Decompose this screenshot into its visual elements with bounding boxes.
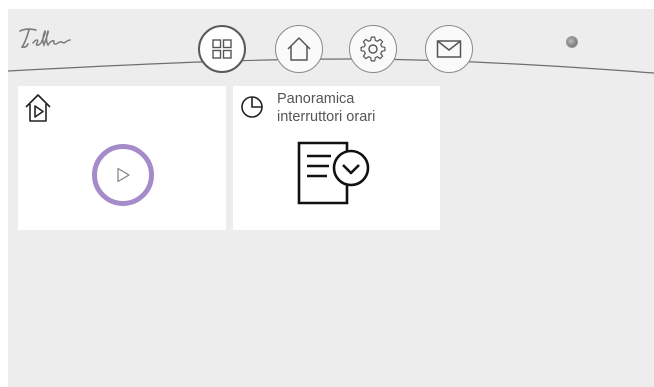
tile-title: Panoramica interruttori orari	[277, 90, 437, 126]
nav-home-button[interactable]	[275, 25, 323, 73]
nav-messages-button[interactable]	[425, 25, 473, 73]
gear-icon	[360, 36, 386, 62]
timer-overview-tile[interactable]: Panoramica interruttori orari	[233, 86, 440, 230]
play-button[interactable]	[92, 144, 154, 206]
pie-clock-icon	[241, 96, 263, 118]
house-play-icon	[25, 94, 51, 122]
envelope-icon	[436, 40, 462, 58]
schedule-clock-icon	[297, 141, 370, 205]
header-curve	[8, 58, 654, 74]
main-screen: Panoramica interruttori orari	[8, 9, 654, 387]
header-bar	[8, 9, 654, 85]
scene-tile[interactable]	[18, 86, 226, 230]
tile-title-line2: interruttori orari	[277, 109, 376, 125]
feller-logo	[19, 28, 71, 49]
nav-overview-button[interactable]	[198, 25, 246, 73]
house-icon	[287, 37, 311, 61]
grid-icon	[212, 39, 232, 59]
tile-title-line1: Panoramica	[277, 91, 355, 107]
nav-settings-button[interactable]	[349, 25, 397, 73]
play-icon	[117, 167, 130, 183]
status-indicator	[566, 36, 578, 48]
